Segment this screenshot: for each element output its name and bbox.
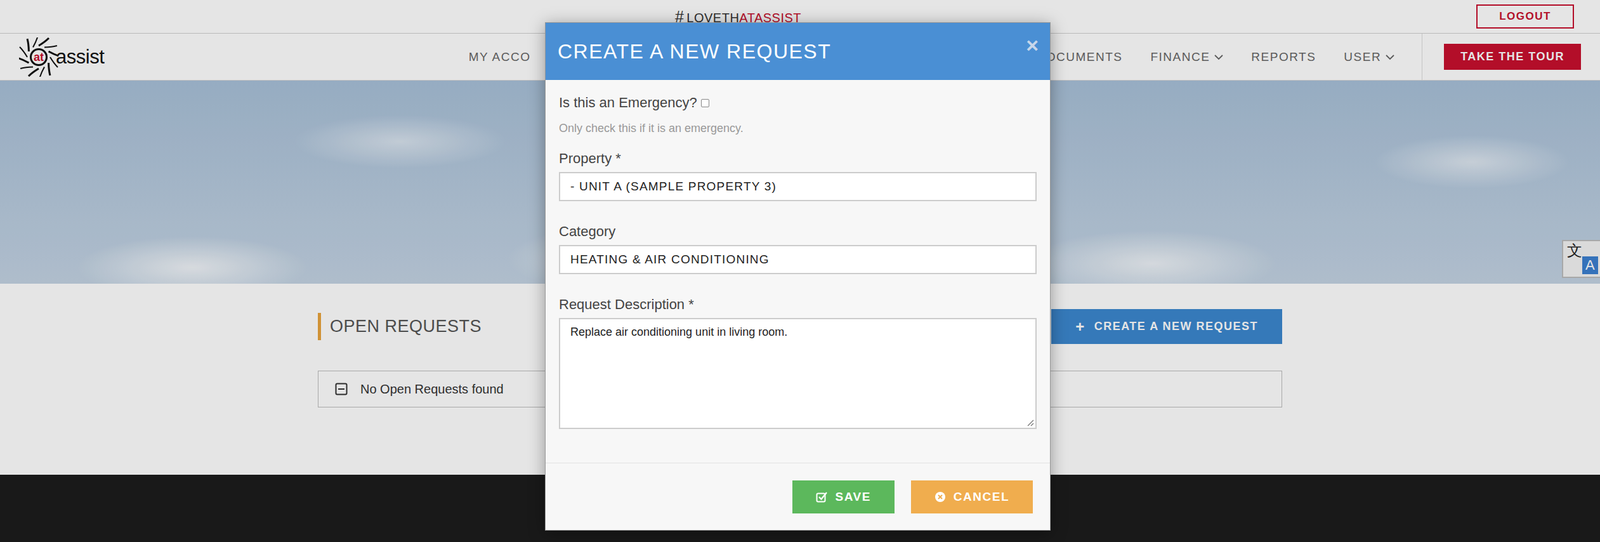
modal-title: CREATE A NEW REQUEST <box>557 39 832 64</box>
create-request-modal: CREATE A NEW REQUEST × Is this an Emergenc… <box>544 22 1051 531</box>
close-button[interactable]: × <box>1025 34 1039 56</box>
form-field: Category HEATING & AIR CONDITIONING <box>558 222 1037 275</box>
field-label: Property * <box>558 149 1037 168</box>
button-label: CANCEL <box>953 489 1010 504</box>
form-field: Property * - UNIT A (SAMPLE PROPERTY 3) <box>558 149 1037 202</box>
save-button[interactable]: SAVE <box>792 480 894 514</box>
select-field[interactable]: - UNIT A (SAMPLE PROPERTY 3) <box>558 171 1037 202</box>
modal-footer: SAVE CANCEL <box>545 463 1050 530</box>
field-value: Replace air conditioning unit in living … <box>570 325 788 339</box>
field-value: - UNIT A (SAMPLE PROPERTY 3) <box>570 179 777 193</box>
cancel-button[interactable]: CANCEL <box>911 480 1033 514</box>
cancel-circle-icon <box>934 491 946 503</box>
modal-header: CREATE A NEW REQUEST × <box>545 22 1050 80</box>
emergency-label: Is this an Emergency? <box>558 93 698 113</box>
check-square-icon <box>815 491 828 503</box>
field-label: Request Description * <box>558 295 1037 314</box>
emergency-checkbox[interactable] <box>701 98 710 108</box>
field-label: Category <box>558 222 1037 241</box>
emergency-row: Is this an Emergency? <box>558 93 1037 113</box>
description-textarea[interactable]: Replace air conditioning unit in living … <box>558 317 1037 429</box>
select-field[interactable]: HEATING & AIR CONDITIONING <box>558 244 1037 275</box>
form-field: Request Description * Replace air conditi… <box>558 295 1037 429</box>
modal-body: Is this an Emergency? Only check this if … <box>545 79 1050 464</box>
emergency-hint: Only check this if it is an emergency. <box>558 120 1037 136</box>
button-label: SAVE <box>834 489 871 504</box>
resize-grip-icon <box>1026 418 1035 427</box>
field-value: HEATING & AIR CONDITIONING <box>570 252 770 266</box>
